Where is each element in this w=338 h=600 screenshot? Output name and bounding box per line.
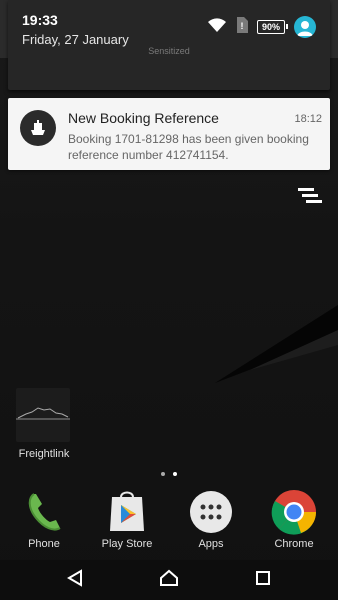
wifi-icon — [207, 17, 227, 38]
phone-app[interactable] — [16, 486, 72, 542]
page-indicator — [0, 472, 338, 476]
user-avatar-icon[interactable] — [294, 16, 316, 38]
navigation-bar — [0, 560, 338, 600]
freightlink-app-icon[interactable] — [16, 388, 70, 442]
play-store-label: Play Store — [101, 538, 153, 550]
apps-label: Apps — [198, 538, 224, 550]
notification-body: Booking 1701-81298 has been given bookin… — [68, 132, 309, 162]
page-dot — [161, 472, 165, 476]
battery-icon: 90% — [257, 20, 288, 34]
apps-drawer[interactable] — [183, 486, 239, 542]
recents-icon — [255, 570, 271, 591]
date-label[interactable]: Friday, 27 January — [22, 32, 129, 47]
play-store-icon — [104, 489, 150, 540]
chrome-app[interactable] — [266, 486, 322, 542]
page-dot-active — [173, 472, 177, 476]
clear-all-notifications-icon[interactable] — [298, 186, 322, 206]
clock-time: 19:33 — [22, 12, 58, 28]
back-icon — [66, 568, 84, 592]
battery-level: 90% — [261, 22, 280, 32]
booking-notification[interactable]: New Booking Reference 18:12 Booking 1701… — [8, 98, 330, 170]
recents-button[interactable] — [251, 568, 275, 592]
chrome-icon — [271, 489, 317, 540]
chrome-label: Chrome — [274, 538, 314, 550]
ship-icon — [20, 110, 56, 146]
no-sim-icon: ! — [236, 16, 248, 38]
home-button[interactable] — [157, 568, 181, 592]
phone-label: Phone — [28, 538, 60, 550]
notification-title: New Booking Reference — [68, 110, 219, 126]
notification-time: 18:12 — [294, 113, 322, 125]
back-button[interactable] — [63, 568, 87, 592]
shade-subtitle: Sensitized — [148, 46, 190, 56]
play-store-app[interactable] — [99, 486, 155, 542]
home-icon — [159, 569, 179, 592]
apps-grid-icon — [189, 490, 233, 539]
phone-icon — [22, 490, 66, 539]
svg-text:!: ! — [241, 21, 244, 31]
status-icons: ! 90% — [207, 16, 316, 38]
freightlink-label: Freightlink — [18, 448, 70, 460]
